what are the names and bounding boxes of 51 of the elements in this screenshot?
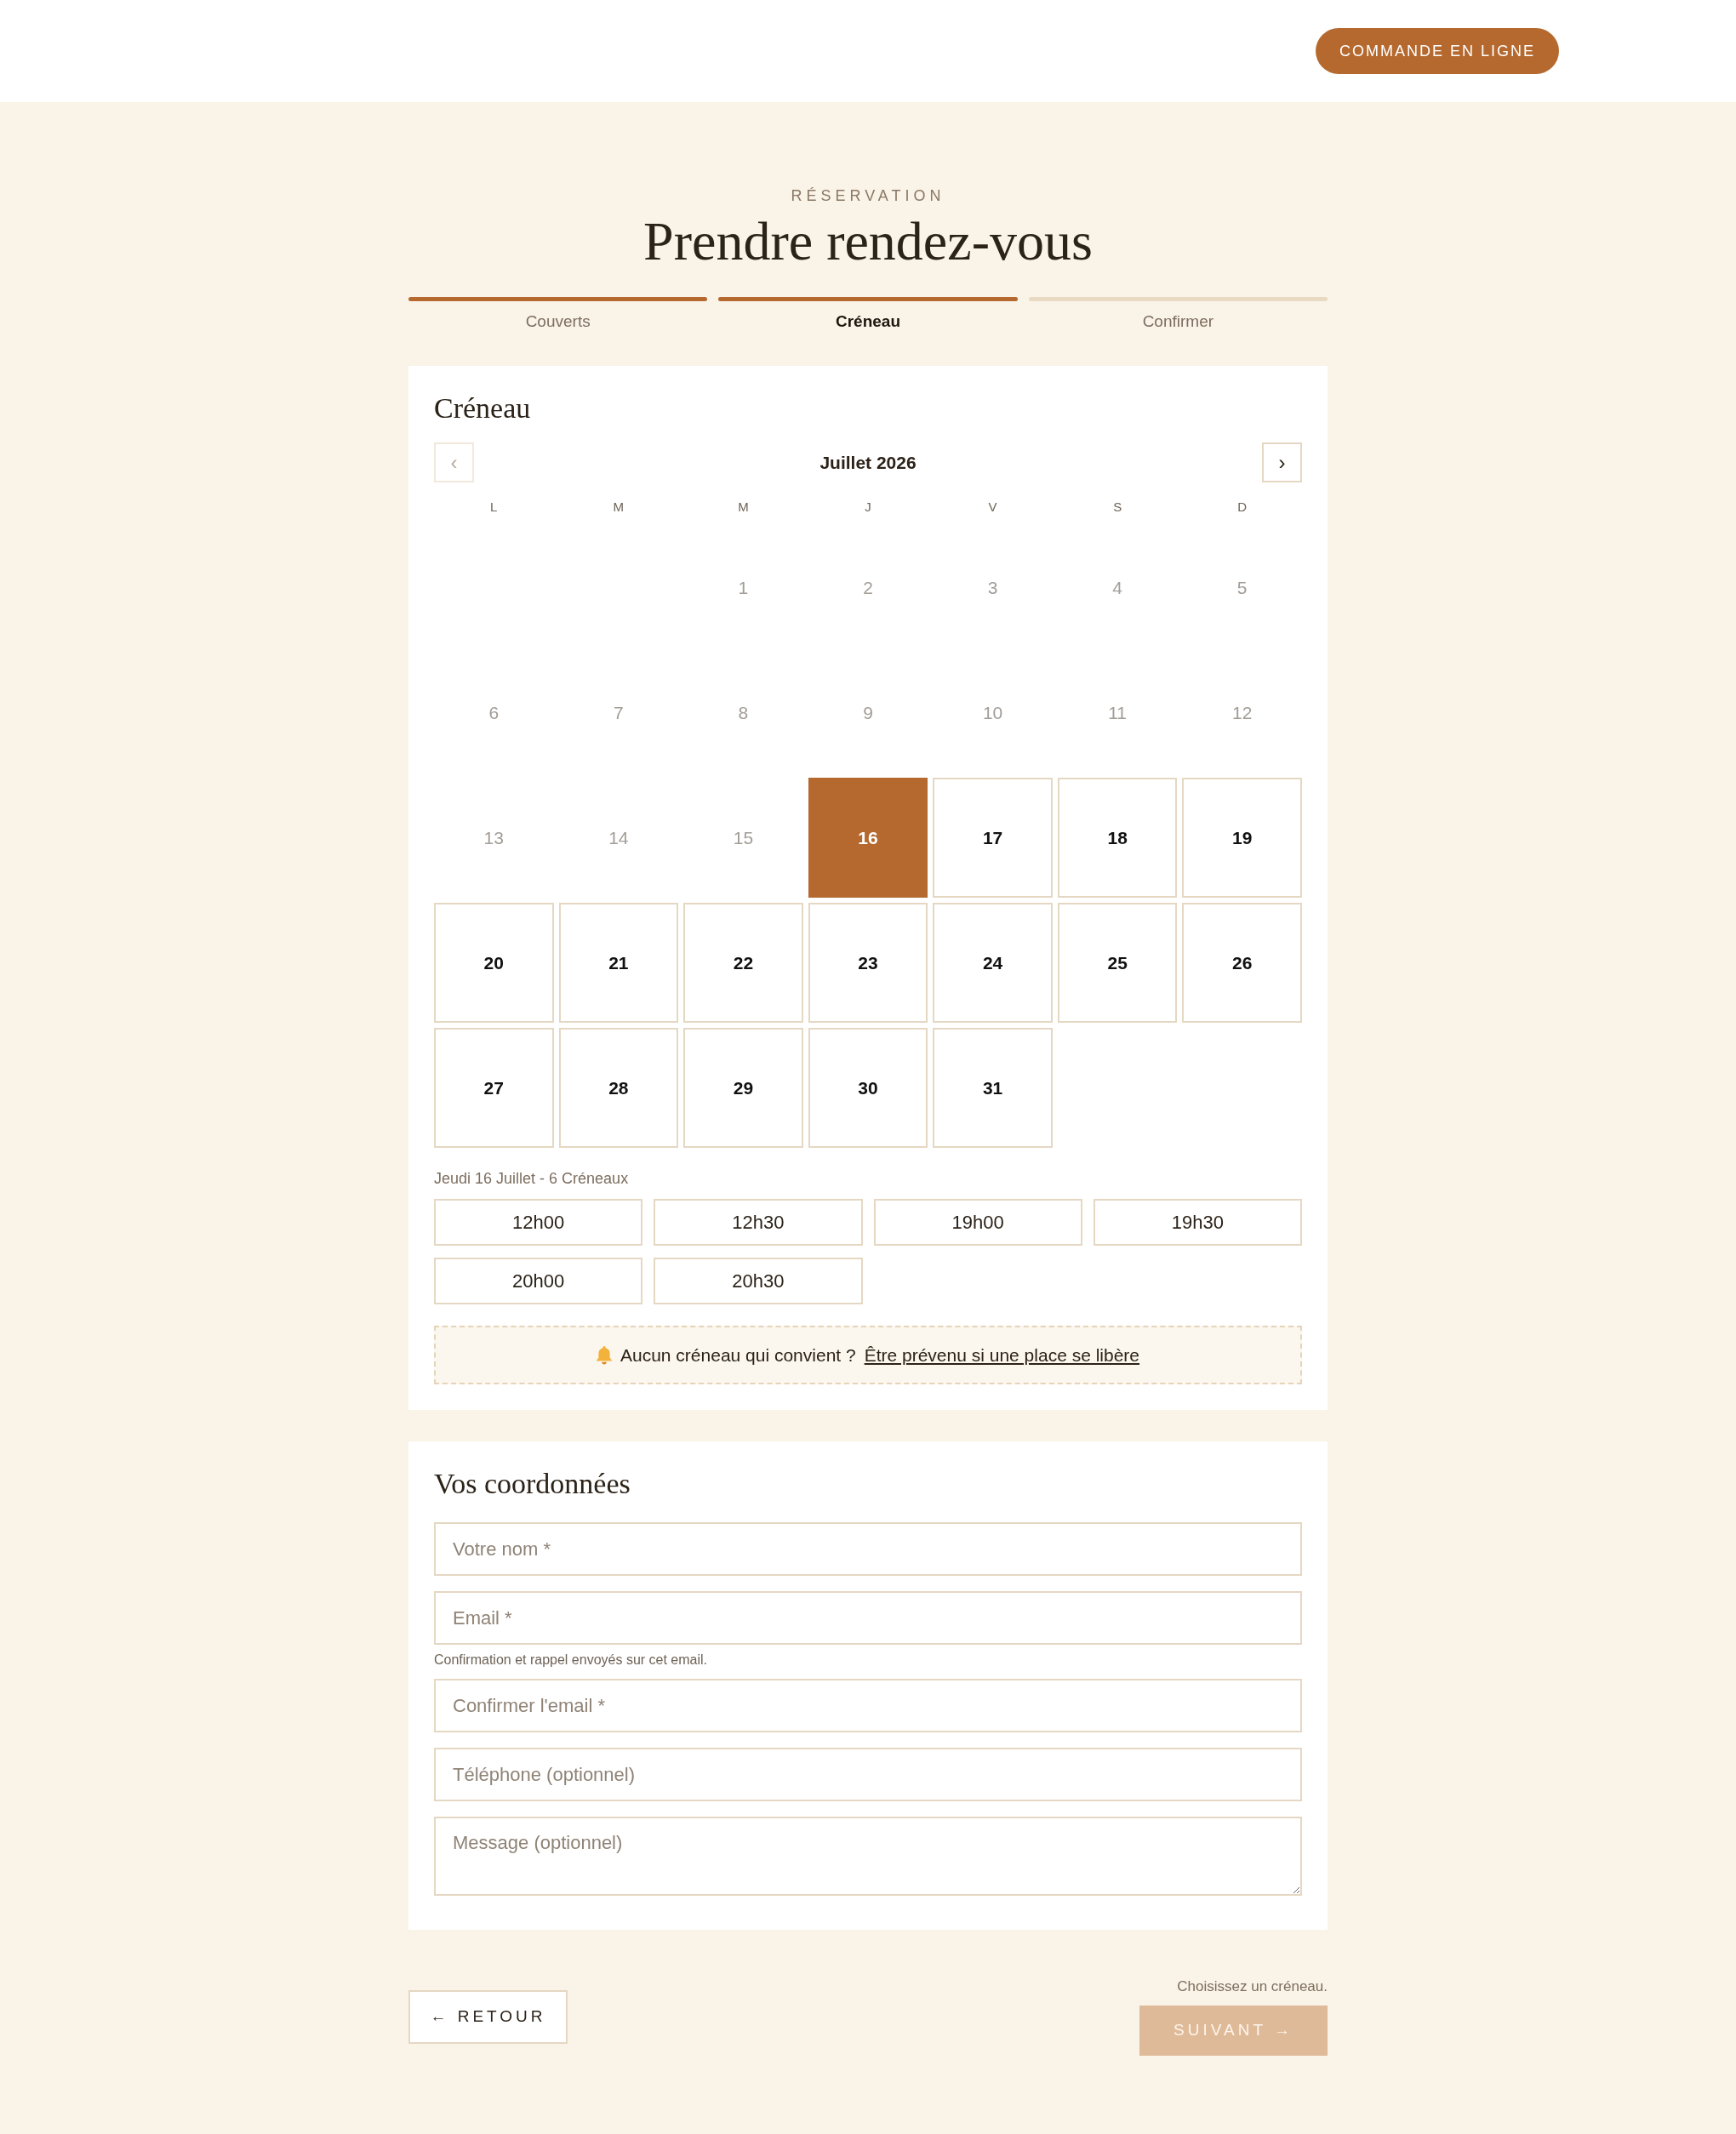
hint-text: Choisissez un créneau. [1177, 1977, 1328, 1997]
calendar-day[interactable]: 19 [1182, 778, 1302, 899]
calendar-day[interactable]: 16 [808, 778, 928, 899]
waitlist-text: Aucun créneau qui convient ? [620, 1344, 856, 1367]
input-field[interactable]: Votre nom * [434, 1522, 1302, 1577]
order-button[interactable]: COMMANDE EN LIGNE [1315, 28, 1559, 74]
weekday-label: M [612, 499, 625, 516]
help-text: Confirmation et rappel envoyés sur cet email. [434, 1652, 709, 1669]
calendar-day[interactable]: 23 [808, 903, 928, 1024]
section-title: Créneau [434, 391, 532, 425]
step-label: Créneau [834, 311, 901, 331]
weekday-label: M [737, 499, 750, 516]
step-label: Confirmer [1141, 311, 1215, 331]
time-slot-button[interactable]: 19h30 [1093, 1199, 1302, 1247]
time-slot-button[interactable]: 20h30 [654, 1258, 863, 1305]
page-title: Prendre rendez-vous [642, 210, 1094, 273]
weekday-label: J [864, 499, 872, 516]
month-label: Juillet 2026 [819, 452, 917, 475]
back-button[interactable]: ← RETOUR [408, 1989, 568, 2044]
calendar-day[interactable]: 29 [683, 1028, 803, 1149]
bell-icon [596, 1345, 612, 1365]
step-label: Couverts [524, 311, 591, 331]
input-field[interactable]: Email * [434, 1591, 1302, 1646]
time-slot-button[interactable]: 12h00 [434, 1199, 643, 1247]
input-field[interactable]: Confirmer l'email * [434, 1679, 1302, 1733]
calendar-day[interactable]: 18 [1057, 778, 1178, 899]
calendar-day[interactable]: 28 [558, 1028, 679, 1149]
calendar-day[interactable]: 25 [1057, 903, 1178, 1024]
weekday-label: D [1236, 499, 1248, 516]
calendar-day[interactable]: 20 [434, 903, 554, 1024]
calendar-day[interactable]: 21 [558, 903, 679, 1024]
eyebrow-label: RÉSERVATION [790, 186, 946, 205]
weekday-label: V [987, 499, 998, 516]
calendar-day[interactable]: 26 [1182, 903, 1302, 1024]
time-slot-button[interactable]: 19h00 [873, 1199, 1082, 1247]
calendar-day[interactable]: 31 [933, 1028, 1053, 1149]
weekday-label: L [489, 499, 499, 516]
calendar-day[interactable]: 17 [933, 778, 1053, 899]
slots-caption: Jeudi 16 Juillet - 6 Créneaux [434, 1169, 630, 1190]
calendar-day[interactable]: 24 [933, 903, 1053, 1024]
weekday-label: S [1112, 499, 1123, 516]
waitlist-link[interactable]: Être prévenu si une place se libère [864, 1342, 1140, 1369]
message-field[interactable]: Message (optionnel) [434, 1817, 1302, 1897]
time-slot-button[interactable]: 12h30 [654, 1199, 863, 1247]
calendar-day[interactable]: 27 [434, 1028, 554, 1149]
calendar-day[interactable]: 22 [683, 903, 803, 1024]
section-title: Vos coordonnées [434, 1467, 631, 1502]
time-slot-button[interactable]: 20h00 [434, 1258, 643, 1305]
input-field[interactable]: Téléphone (optionnel) [434, 1748, 1302, 1802]
calendar-day[interactable]: 30 [808, 1028, 928, 1149]
next-month-button[interactable]: › [1262, 442, 1302, 483]
